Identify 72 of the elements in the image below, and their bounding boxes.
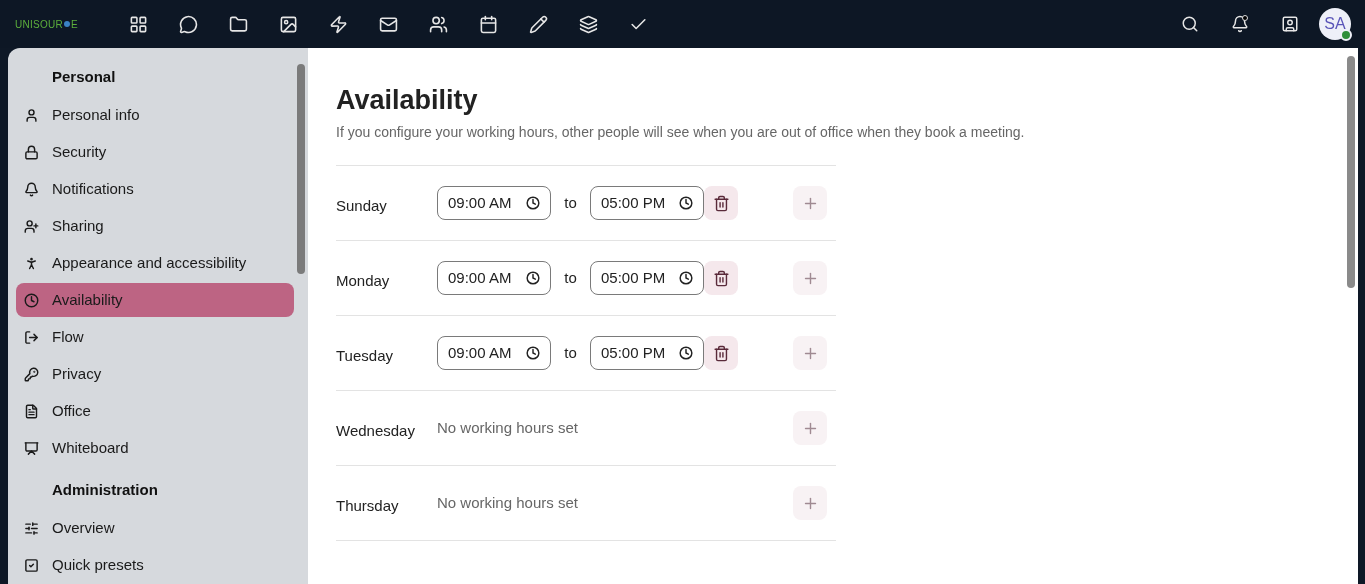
lock-icon xyxy=(24,144,39,160)
clock-icon xyxy=(526,271,540,285)
checkbox-icon xyxy=(24,557,39,573)
sidebar-item[interactable]: Privacy xyxy=(16,357,294,391)
time-field[interactable]: 05:00 PM xyxy=(590,186,704,220)
person-icon xyxy=(24,107,39,123)
time-field[interactable]: 09:00 AM xyxy=(437,261,551,295)
delete-button[interactable] xyxy=(704,186,738,220)
bell-icon xyxy=(24,181,39,197)
delete-button[interactable] xyxy=(704,261,738,295)
clock-icon xyxy=(679,196,693,210)
chat-bubble-icon xyxy=(178,14,198,34)
trash-icon xyxy=(712,269,730,287)
clock-icon xyxy=(679,346,693,360)
scrollbar[interactable] xyxy=(1347,56,1355,288)
sidebar-item[interactable]: Sharing xyxy=(16,209,294,243)
delete-button[interactable] xyxy=(704,336,738,370)
sidebar-item[interactable]: Availability xyxy=(16,283,294,317)
empty-hours-text: No working hours set xyxy=(437,492,579,513)
time-field[interactable]: 09:00 AM xyxy=(437,336,551,370)
day-label: Monday xyxy=(336,270,391,291)
day-label: Sunday xyxy=(336,195,388,216)
separator-text: to xyxy=(563,342,578,363)
sidebar-item[interactable]: Overview xyxy=(16,511,294,545)
dashboard-icon xyxy=(128,14,148,34)
sidebar-item[interactable]: Personal info xyxy=(16,98,294,132)
sidebar-item[interactable]: Appearance and accessibility xyxy=(16,246,294,280)
clock-icon xyxy=(679,271,693,285)
calendar-icon xyxy=(478,14,498,34)
scrollbar[interactable] xyxy=(297,64,305,274)
clock-icon xyxy=(526,196,540,210)
page-description: If you configure your working hours, other people will see when you are out of office when they book a meeting. xyxy=(336,123,1026,142)
folder-icon xyxy=(228,14,248,34)
whiteboard-icon xyxy=(24,440,39,456)
trash-icon xyxy=(712,344,730,362)
sidebar-item[interactable]: Quick presets xyxy=(16,548,294,582)
clock-icon xyxy=(526,346,540,360)
day-label: Tuesday xyxy=(336,345,394,366)
day-label: Wednesday xyxy=(336,420,416,441)
separator-text: to xyxy=(563,267,578,288)
person-plus-icon xyxy=(24,218,39,234)
section-heading: Administration xyxy=(51,480,159,499)
lightning-icon xyxy=(328,14,348,34)
search-icon xyxy=(1181,15,1199,33)
clock-icon xyxy=(24,292,39,308)
trash-icon xyxy=(712,194,730,212)
document-icon xyxy=(24,403,39,419)
people-icon xyxy=(428,14,448,34)
key-icon xyxy=(24,366,39,382)
day-label: Thursday xyxy=(336,495,400,516)
sidebar-item[interactable]: Whiteboard xyxy=(16,431,294,465)
contact-card-icon xyxy=(1281,15,1299,33)
logo[interactable]: UNISOUR E xyxy=(15,16,105,32)
empty-hours-text: No working hours set xyxy=(437,417,579,438)
stack-icon xyxy=(578,14,598,34)
pencil-icon xyxy=(528,14,548,34)
avatar[interactable]: SA xyxy=(1319,8,1351,40)
sliders-icon xyxy=(24,520,39,536)
sidebar-item[interactable]: Flow xyxy=(16,320,294,354)
page-title: Availability xyxy=(336,84,479,116)
mail-icon xyxy=(378,14,398,34)
time-field[interactable]: 05:00 PM xyxy=(590,261,704,295)
time-field[interactable]: 09:00 AM xyxy=(437,186,551,220)
sidebar-item[interactable]: Notifications xyxy=(16,172,294,206)
bell-icon xyxy=(1231,15,1249,33)
section-heading: Personal xyxy=(51,67,117,86)
image-icon xyxy=(278,14,298,34)
accessibility-icon xyxy=(24,255,39,271)
sidebar-item[interactable]: Security xyxy=(16,135,294,169)
sidebar-item[interactable]: Office xyxy=(16,394,294,428)
separator-text: to xyxy=(563,192,578,213)
time-field[interactable]: 05:00 PM xyxy=(590,336,704,370)
